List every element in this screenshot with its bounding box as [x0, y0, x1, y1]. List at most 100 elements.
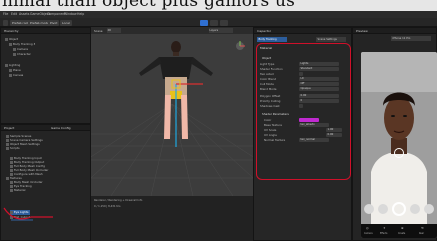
prop-label: UV Angle — [264, 133, 277, 137]
menu-assets[interactable]: Assets — [19, 12, 29, 16]
shadows-cast-checkbox[interactable] — [299, 103, 303, 108]
status-text: Renderer / Rendering + Drawcall Info — [94, 199, 143, 202]
cube-icon — [5, 63, 8, 67]
nav-camera-label: Camera — [364, 232, 373, 235]
prop-label: UV Scale — [264, 128, 277, 132]
phone-preview[interactable]: ◎ Camera ✦ Effects ⊕ Create ⟲ Rear — [361, 52, 437, 238]
scene-tab[interactable]: Scene — [94, 29, 103, 33]
prop-label: Light Type — [260, 62, 275, 66]
shader-function-field[interactable]: Standard — [299, 66, 339, 71]
phone-nav-bar: ◎ Camera ✦ Effects ⊕ Create ⟲ Rear — [361, 224, 437, 238]
view-2d-toggle[interactable]: 2D — [107, 28, 121, 33]
nav-effects-icon[interactable]: ✦ — [383, 226, 386, 230]
menu-component[interactable]: Component — [47, 12, 66, 16]
cube-icon — [9, 73, 12, 77]
hierarchy-item[interactable]: Canvas — [9, 73, 23, 78]
tab-scene-settings[interactable]: Scene Settings — [316, 37, 346, 42]
scene-gizmo-icon[interactable] — [234, 40, 246, 52]
character-model[interactable] — [131, 39, 221, 149]
nav-create-icon[interactable]: ⊕ — [401, 226, 404, 230]
layout-dropdown[interactable]: Layers — [209, 28, 233, 33]
prop-label: Color Blend — [260, 77, 277, 81]
cube-icon — [9, 68, 12, 72]
effect-thumbnail[interactable] — [378, 204, 388, 214]
inspector-panel: Inspector Body Tracking Scene Settings M… — [253, 27, 352, 241]
viewport-toolbar: Scene 2D Layers — [91, 27, 253, 34]
toolbar-button-local[interactable]: Local — [60, 19, 72, 26]
shader-params-header: Shader Parameters — [262, 112, 289, 116]
file-icon — [10, 188, 13, 192]
prop-label: Priority Culling — [260, 99, 281, 103]
hierarchy-title: Hierarchy — [1, 28, 90, 34]
two-sided-checkbox[interactable] — [299, 71, 303, 76]
hierarchy-panel: Hierarchy Object Body Tracking 3 Camera … — [0, 27, 91, 124]
project-tab[interactable]: Project — [4, 126, 14, 130]
scene-viewport[interactable]: Scene 2D Layers — [91, 27, 253, 196]
step-icon[interactable] — [220, 19, 228, 26]
focus-ring-icon — [394, 148, 404, 158]
tab-body-tracking[interactable]: Body Tracking — [257, 37, 287, 42]
caption-overlay: nimal than object plus gamors us — [0, 0, 437, 11]
prop-label: Blend Mode — [260, 87, 277, 91]
menu-bar: File Edit Assets GameObject Component Wi… — [0, 11, 437, 18]
project-title: Project Game Config — [1, 125, 90, 131]
effect-thumbnail[interactable] — [410, 204, 420, 214]
play-icon[interactable] — [200, 19, 208, 26]
effect-thumbnail[interactable] — [364, 204, 374, 214]
color-blend-field[interactable]: Lit — [299, 76, 339, 81]
prop-label: Normal Texture — [264, 138, 286, 142]
normal-texture-field[interactable]: tex_normal — [299, 137, 329, 142]
object-header: Object — [262, 56, 272, 60]
prop-label: Shadows Cast — [260, 104, 280, 108]
color-swatch[interactable] — [299, 117, 319, 122]
menu-file[interactable]: File — [3, 12, 8, 16]
cube-icon — [13, 52, 16, 56]
light-type-field[interactable]: Lights — [299, 61, 339, 66]
preview-title: Preview — [353, 28, 436, 34]
toolbar: Prefab root Prefab mode Pivot Local — [0, 18, 437, 27]
cube-icon — [5, 37, 8, 41]
project-panel: Project Game Config Sample Scenes Scene … — [0, 124, 91, 241]
cube-icon — [13, 47, 16, 51]
toolbar-button-pivot[interactable]: Pivot — [48, 19, 60, 26]
prop-label: Shader Function — [260, 67, 283, 71]
stats-text: 0 / 1,150 | 8,431 tris — [94, 205, 121, 208]
prop-label: Color — [264, 118, 272, 122]
menu-edit[interactable]: Edit — [11, 12, 17, 16]
project-item[interactable]: Scripts — [6, 146, 20, 151]
prop-label: Two sided — [260, 72, 274, 76]
material-section-title: Material — [260, 46, 273, 50]
annotation-arrow-icon — [3, 207, 53, 221]
priority-culling-field[interactable]: 0 — [299, 98, 339, 103]
nav-camera-icon[interactable]: ◎ — [366, 226, 369, 230]
console-area: Renderer / Rendering + Drawcall Info 0 /… — [91, 196, 253, 241]
hierarchy-item[interactable]: Character — [13, 52, 31, 57]
nav-rear-label: Rear — [419, 232, 425, 235]
game-config-tab[interactable]: Game Config — [51, 126, 71, 130]
blend-mode-field[interactable]: Opaque — [299, 86, 339, 91]
effect-carousel — [364, 202, 434, 216]
nav-rear-icon[interactable]: ⟲ — [421, 226, 424, 230]
prop-label: Polygon Offset — [260, 94, 281, 98]
folder-icon — [6, 176, 9, 180]
nav-effects-label: Effects — [380, 232, 388, 235]
pause-icon[interactable] — [210, 19, 218, 26]
cube-icon — [9, 42, 12, 46]
device-dropdown[interactable]: iPhone 11 Pro — [391, 36, 431, 41]
project-item[interactable]: Material — [10, 188, 25, 193]
capture-button[interactable] — [392, 202, 406, 216]
menu-help[interactable]: Help — [77, 12, 84, 16]
cull-mode-field[interactable]: Off — [299, 81, 339, 86]
uv-scale-field[interactable]: 1.00 — [326, 127, 342, 132]
folder-icon — [6, 146, 9, 150]
effect-thumbnail[interactable] — [424, 204, 434, 214]
polygon-offset-field[interactable]: 0.00 — [299, 93, 339, 98]
hand-tool-icon[interactable] — [3, 19, 8, 26]
caption-text: nimal than object plus gamors us — [2, 0, 296, 11]
inspector-title: Inspector — [254, 28, 351, 34]
base-texture-field[interactable]: tex_albedo — [299, 122, 329, 127]
nav-create-label: Create — [398, 232, 406, 235]
uv-angle-field[interactable]: 0.00 — [326, 132, 342, 137]
prop-label: Base Texture — [264, 123, 282, 127]
menu-window[interactable]: Window — [64, 12, 77, 16]
